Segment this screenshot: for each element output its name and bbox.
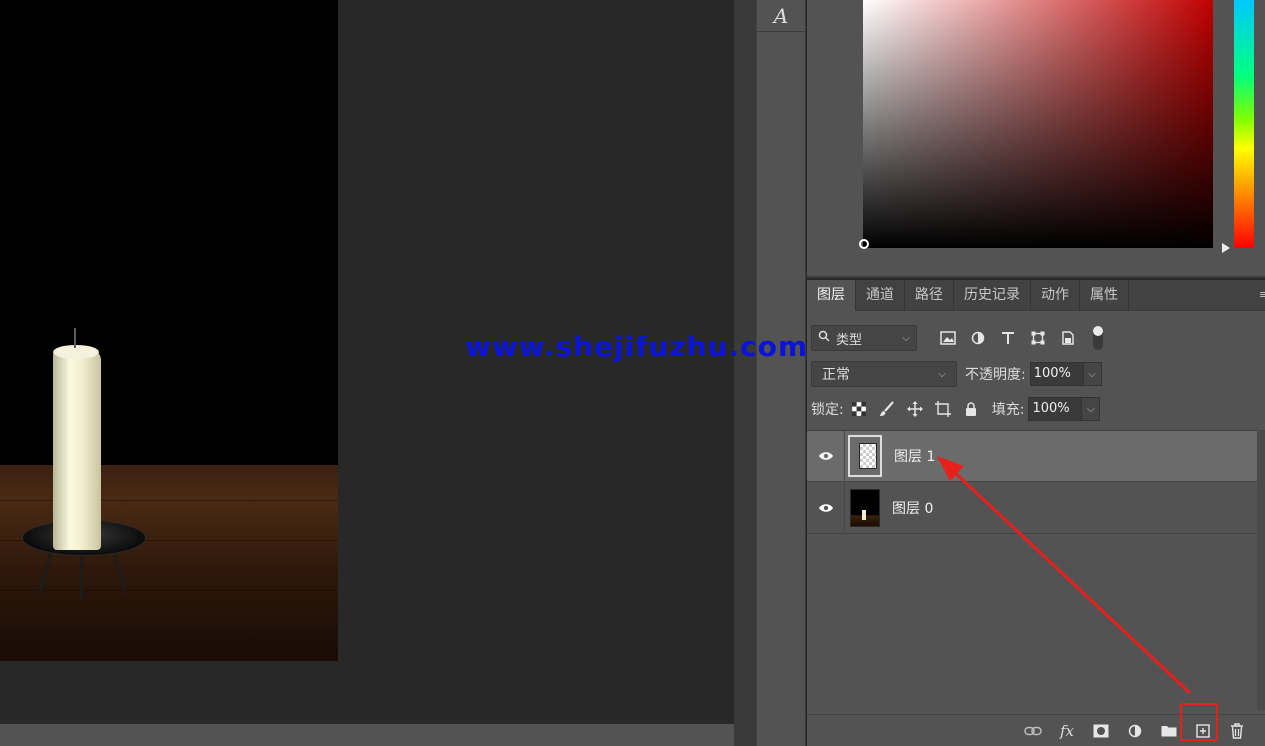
chevron-down-icon[interactable]: ⌵ (1083, 362, 1102, 386)
layer-filter-row: 类型 ⌵ (811, 323, 1265, 353)
type-filter-icon[interactable] (999, 329, 1017, 347)
lock-paint-icon[interactable] (878, 400, 896, 418)
watermark-text: www.shejifuzhu.com (465, 330, 809, 363)
smart-object-filter-icon[interactable] (1059, 329, 1077, 347)
color-panel (807, 0, 1265, 278)
add-mask-icon[interactable] (1091, 721, 1111, 741)
layer-name[interactable]: 图层 0 (892, 498, 933, 518)
color-picker-field[interactable] (859, 0, 1213, 249)
blend-mode-select[interactable]: 正常 ⌵ (811, 361, 957, 387)
layer-name[interactable]: 图层 1 (894, 446, 935, 466)
layer-row[interactable]: 图层 1 (807, 430, 1257, 482)
shape-filter-icon[interactable] (1029, 329, 1047, 347)
lock-transparent-icon[interactable] (850, 400, 868, 418)
panel-dock-strip: A (756, 0, 806, 746)
fill-input[interactable]: 100% (1028, 397, 1083, 421)
photoshop-window: A 图层 通道 路径 历史记录 动作 属性 ≡ 类型 ⌵ 正常 ⌵ 不透明度: … (0, 0, 1265, 746)
color-picker-cursor[interactable] (859, 239, 869, 249)
filter-type-select[interactable]: 类型 ⌵ (811, 325, 917, 351)
layer-list: 图层 1 图层 0 (807, 430, 1257, 534)
tab-channels[interactable]: 通道 (856, 280, 905, 311)
hue-bar[interactable] (1234, 0, 1254, 248)
tab-actions[interactable]: 动作 (1031, 280, 1080, 311)
chevron-down-icon[interactable]: ⌵ (1082, 397, 1101, 421)
lock-artboard-icon[interactable] (934, 400, 952, 418)
layers-scrollbar[interactable] (1257, 430, 1265, 710)
blend-mode-value: 正常 (822, 367, 850, 383)
fill-label: 填充: (991, 402, 1025, 418)
opacity-label: 不透明度: (965, 367, 1026, 383)
opacity-field[interactable]: 100% ⌵ (1029, 362, 1102, 386)
visibility-eye-icon[interactable] (807, 482, 845, 534)
lock-label: 锁定: (811, 402, 844, 418)
new-layer-highlight-box (1180, 703, 1218, 741)
filter-type-value: 类型 (836, 332, 863, 348)
candle-photo (0, 0, 338, 661)
hue-slider-handle[interactable] (1222, 243, 1230, 253)
layer-thumbnail (858, 443, 877, 469)
tab-paths[interactable]: 路径 (905, 280, 954, 311)
panel-menu-icon[interactable]: ≡ (1259, 288, 1265, 302)
lock-position-icon[interactable] (906, 400, 924, 418)
layer-thumbnail[interactable] (850, 489, 880, 527)
panel-tab-bar: 图层 通道 路径 历史记录 动作 属性 ≡ (807, 280, 1265, 311)
filter-toggle-switch[interactable] (1093, 326, 1103, 350)
search-icon (818, 330, 830, 346)
layers-panel: 图层 通道 路径 历史记录 动作 属性 ≡ 类型 ⌵ 正常 ⌵ 不透明度: 10… (807, 280, 1265, 746)
chevron-down-icon: ⌵ (938, 368, 946, 380)
character-panel-icon[interactable]: A (757, 0, 805, 32)
lock-fill-row: 锁定: 填充: 100% ⌵ (811, 394, 1265, 424)
tab-layers[interactable]: 图层 (807, 280, 856, 311)
image-filter-icon[interactable] (939, 329, 957, 347)
adjustment-filter-icon[interactable] (969, 329, 987, 347)
canvas-vertical-scrollbar[interactable] (734, 0, 756, 746)
delete-layer-icon[interactable] (1227, 721, 1247, 741)
fill-field[interactable]: 100% ⌵ (1028, 397, 1101, 421)
chevron-down-icon: ⌵ (902, 332, 910, 344)
adjustment-layer-icon[interactable] (1125, 721, 1145, 741)
lock-all-icon[interactable] (962, 400, 980, 418)
visibility-eye-icon[interactable] (807, 430, 845, 482)
fx-icon[interactable]: fx (1057, 721, 1077, 741)
tab-history[interactable]: 历史记录 (954, 280, 1031, 311)
opacity-input[interactable]: 100% (1029, 362, 1084, 386)
tab-properties[interactable]: 属性 (1080, 280, 1129, 311)
layer-thumbnail-frame[interactable] (848, 435, 882, 477)
layer-row[interactable]: 图层 0 (807, 482, 1257, 534)
new-group-icon[interactable] (1159, 721, 1179, 741)
link-layers-icon[interactable] (1023, 721, 1043, 741)
canvas-horizontal-scrollbar[interactable] (0, 724, 734, 746)
blend-opacity-row: 正常 ⌵ 不透明度: 100% ⌵ (811, 359, 1265, 389)
